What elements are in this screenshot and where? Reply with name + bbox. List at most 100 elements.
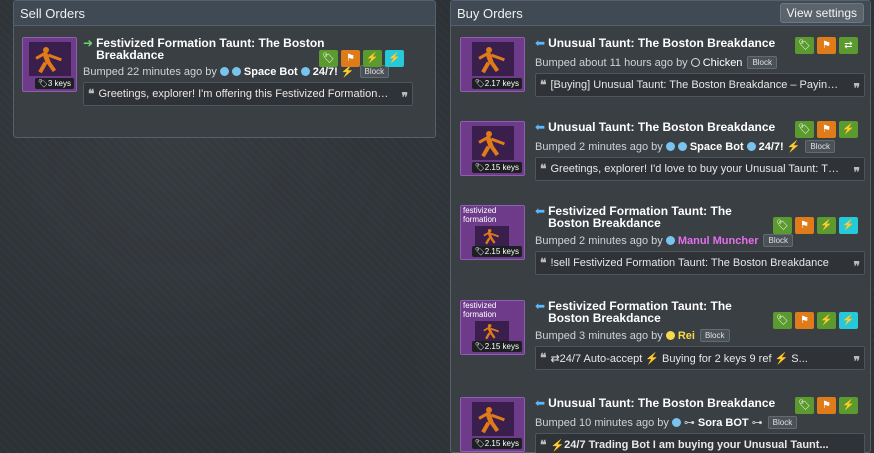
user-name[interactable]: Space Bot (690, 141, 744, 153)
bumped-text: Bumped about 11 hours ago by (535, 56, 688, 69)
quote-open-icon: ❝ (540, 162, 547, 176)
flag-icon[interactable]: ⚑ (341, 50, 360, 67)
quote-open-icon: ❝ (540, 351, 547, 365)
message-text: !sell Festivized Formation Taunt: The Bo… (550, 257, 829, 269)
listing-message: ❝ Greetings, explorer! I'm offering this… (83, 82, 413, 106)
bumped-text: Bumped 10 minutes ago by (535, 416, 669, 429)
lightning-icon[interactable]: ⚡ (839, 121, 858, 138)
listing-message: ❝ ⚡ 24/7 Trading Bot I am buying your Un… (535, 433, 865, 453)
instant-trade-icon[interactable]: ⚡ (839, 217, 858, 234)
listing-title[interactable]: Unusual Taunt: The Boston Breakdance (548, 37, 775, 49)
bumped-text: Bumped 2 minutes ago by (535, 234, 663, 247)
flag-icon[interactable]: ⚑ (817, 121, 836, 138)
buy-listing[interactable]: festivized formation 🏷2.15 keys ⬅ Festiv… (460, 300, 865, 370)
item-thumbnail[interactable]: festivized formation 🏷2.15 keys (460, 205, 525, 260)
sell-listing[interactable]: 🏷3 keys ➜ Festivized Formation Taunt: Th… (22, 37, 413, 106)
thumbnail-caption: festivized formation (463, 301, 497, 319)
taunt-image (472, 402, 514, 436)
listing-title[interactable]: Festivized Formation Taunt: The Boston B… (548, 300, 776, 324)
taunt-image (472, 126, 514, 160)
user-suffix: 24/7! (758, 140, 784, 153)
instant-trade-icon[interactable]: ⚡ (839, 312, 858, 329)
status-dot (665, 331, 675, 340)
user-name[interactable]: Sora BOT (698, 417, 749, 429)
listing-title[interactable]: Festivized Formation Taunt: The Boston B… (96, 37, 326, 61)
lightning-icon[interactable]: ⚡ (363, 50, 382, 67)
bumped-info: Bumped 10 minutes ago by ⊶ Sora BOT ⊶ Bl… (535, 416, 865, 429)
listing-message: ❝ !sell Festivized Formation Taunt: The … (535, 251, 865, 275)
status-dot (219, 67, 229, 76)
swap-icon[interactable]: ⇄ (839, 37, 858, 54)
bumped-info: Bumped about 11 hours ago by Chicken Blo… (535, 56, 865, 69)
quote-open-icon: ❝ (540, 78, 547, 92)
key-icon: ⊶ (751, 417, 763, 429)
tag-icon[interactable]: 🏷 (795, 121, 814, 138)
view-settings-button[interactable]: View settings (779, 3, 864, 23)
tag-icon[interactable]: 🏷 (773, 312, 792, 329)
user-name[interactable]: Manul Muncher (678, 235, 759, 247)
taunt-image (29, 42, 71, 76)
item-thumbnail[interactable]: 🏷2.17 keys (460, 37, 525, 92)
buy-arrow-icon: ⬅ (535, 36, 546, 50)
block-button[interactable]: Block (747, 56, 777, 69)
item-thumbnail[interactable]: 🏷3 keys (22, 37, 77, 92)
bumped-info: Bumped 2 minutes ago by Space Bot 24/7! … (535, 140, 865, 153)
block-button[interactable]: Block (699, 329, 730, 342)
quote-open-icon: ❝ (540, 438, 547, 452)
taunt-image (475, 226, 509, 246)
listing-message: ❝ Greetings, explorer! I'd love to buy y… (535, 157, 865, 181)
item-thumbnail[interactable]: festivized formation 🏷2.15 keys (460, 300, 525, 355)
sell-orders-title: Sell Orders (20, 5, 86, 21)
item-thumbnail[interactable]: 🏷2.15 keys (460, 397, 525, 452)
flag-icon[interactable]: ⚑ (817, 37, 836, 54)
listing-message: ❝ [Buying] Unusual Taunt: The Boston Bre… (535, 73, 865, 97)
instant-trade-icon[interactable]: ⚡ (385, 50, 404, 67)
listing-title[interactable]: Festivized Formation Taunt: The Boston B… (548, 205, 776, 229)
tag-icon[interactable]: 🏷 (795, 37, 814, 54)
quote-open-icon: ❝ (88, 87, 95, 101)
user-name[interactable]: Rei (678, 330, 695, 342)
buy-listing[interactable]: 🏷2.15 keys ⬅ Unusual Taunt: The Boston B… (460, 397, 865, 453)
buy-orders-header: Buy Orders View settings (451, 1, 870, 26)
tag-icon[interactable]: 🏷 (795, 397, 814, 414)
listing-title[interactable]: Unusual Taunt: The Boston Breakdance (548, 121, 775, 133)
status-dot (665, 236, 675, 245)
message-text: 24/7 Trading Bot I am buying your Unusua… (564, 439, 829, 451)
listing-message: ❝ ⇄24/7 Auto-accept ⚡ Buying for 2 keys … (535, 346, 865, 370)
tag-icon[interactable]: 🏷 (319, 50, 338, 67)
buy-listing[interactable]: festivized formation 🏷2.15 keys ⬅ Festiv… (460, 205, 865, 275)
block-button[interactable]: Block (763, 234, 794, 247)
flag-icon[interactable]: ⚑ (795, 312, 814, 329)
lightning-icon[interactable]: ⚡ (817, 217, 836, 234)
status-dot (665, 142, 675, 151)
lightning-icon: ⚡ (550, 439, 565, 452)
block-button[interactable]: Block (805, 140, 835, 153)
key-icon: ⊶ (683, 417, 695, 429)
tag-icon[interactable]: 🏷 (773, 217, 792, 234)
buy-arrow-icon: ⬅ (535, 120, 546, 134)
buy-listing[interactable]: 🏷2.17 keys ⬅ Unusual Taunt: The Boston B… (460, 37, 865, 97)
message-text: Greetings, explorer! I'd love to buy you… (550, 163, 860, 175)
price-tag: 🏷2.15 keys (471, 162, 522, 173)
user-name[interactable]: Space Bot (244, 66, 298, 78)
buy-arrow-icon: ⬅ (535, 204, 546, 218)
listing-title[interactable]: Unusual Taunt: The Boston Breakdance (548, 397, 775, 409)
bumped-info: Bumped 2 minutes ago by Manul Muncher Bl… (535, 234, 865, 247)
user-name[interactable]: Chicken (703, 57, 743, 69)
badge-icon (231, 67, 241, 76)
quote-close-icon: ❞ (853, 259, 860, 273)
user-suffix: 24/7! (312, 65, 338, 78)
item-thumbnail[interactable]: 🏷2.15 keys (460, 121, 525, 176)
flag-icon[interactable]: ⚑ (817, 397, 836, 414)
lightning-icon[interactable]: ⚡ (817, 312, 836, 329)
block-button[interactable]: Block (767, 416, 798, 429)
lightning-icon[interactable]: ⚡ (839, 397, 858, 414)
buy-arrow-icon: ⬅ (535, 299, 546, 313)
status-dot (690, 58, 700, 67)
message-text: Greetings, explorer! I'm offering this F… (98, 88, 408, 100)
buy-arrow-icon: ⬅ (535, 396, 546, 410)
flag-icon[interactable]: ⚑ (795, 217, 814, 234)
price-tag: 🏷2.15 keys (471, 438, 522, 449)
status-dot (671, 418, 681, 427)
buy-listing[interactable]: 🏷2.15 keys ⬅ Unusual Taunt: The Boston B… (460, 121, 865, 181)
